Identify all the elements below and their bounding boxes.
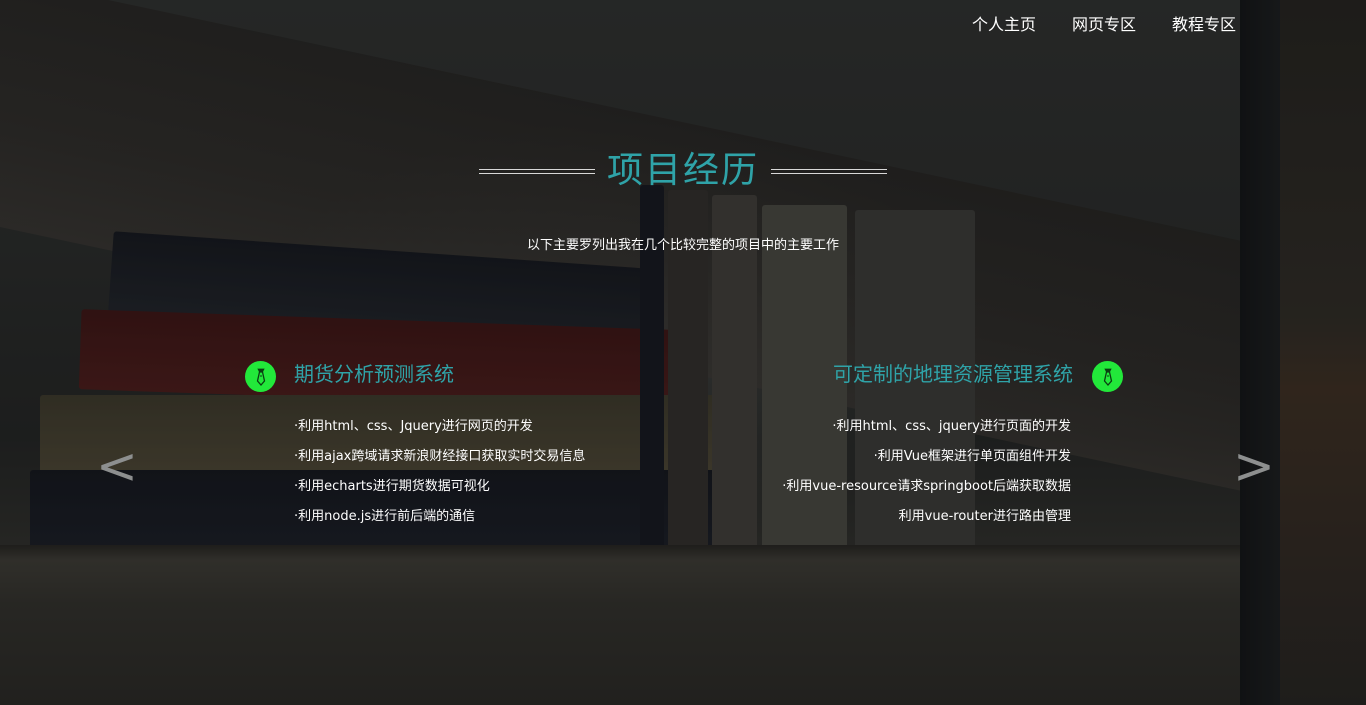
background-overlay [0,0,1366,705]
list-item: ·利用html、css、Jquery进行网页的开发 [294,419,533,434]
nav-item-web-zone[interactable]: 网页专区 [1072,14,1136,36]
list-item: ·利用echarts进行期货数据可视化 [294,479,490,494]
list-item: ·利用Vue框架进行单页面组件开发 [873,449,1071,464]
tie-icon [245,361,276,392]
project-task-list: ·利用html、css、Jquery进行网页的开发 ·利用ajax跨域请求新浪财… [294,412,585,532]
section-title: 项目经历 [606,150,759,191]
page: 个人主页 网页专区 教程专区 项目经历 以下主要罗列出我在几个比较完整的项目中的… [0,0,1366,705]
carousel-next-button[interactable]: > [1233,436,1275,496]
section-heading: 项目经历 [0,146,1366,196]
project-title: 期货分析预测系统 [294,362,454,386]
project-task-list: ·利用html、css、jquery进行页面的开发 ·利用Vue框架进行单页面组… [782,412,1071,532]
tie-icon [1092,361,1123,392]
list-item: 利用vue-router进行路由管理 [898,509,1071,524]
list-item: ·利用vue-resource请求springboot后端获取数据 [782,479,1071,494]
heading-rule-right [771,168,887,174]
list-item: ·利用html、css、jquery进行页面的开发 [832,419,1071,434]
list-item: ·利用ajax跨域请求新浪财经接口获取实时交易信息 [294,449,586,464]
carousel-prev-button[interactable]: < [96,436,138,496]
list-item: ·利用node.js进行前后端的通信 [294,509,476,524]
project-title: 可定制的地理资源管理系统 [833,362,1073,386]
section-subtitle: 以下主要罗列出我在几个比较完整的项目中的主要工作 [526,238,839,253]
heading-rule-left [478,168,595,174]
nav-item-tutorial-zone[interactable]: 教程专区 [1172,14,1236,36]
nav-item-personal-home[interactable]: 个人主页 [972,14,1036,36]
top-nav: 个人主页 网页专区 教程专区 [972,14,1236,36]
background-image [0,0,1366,705]
